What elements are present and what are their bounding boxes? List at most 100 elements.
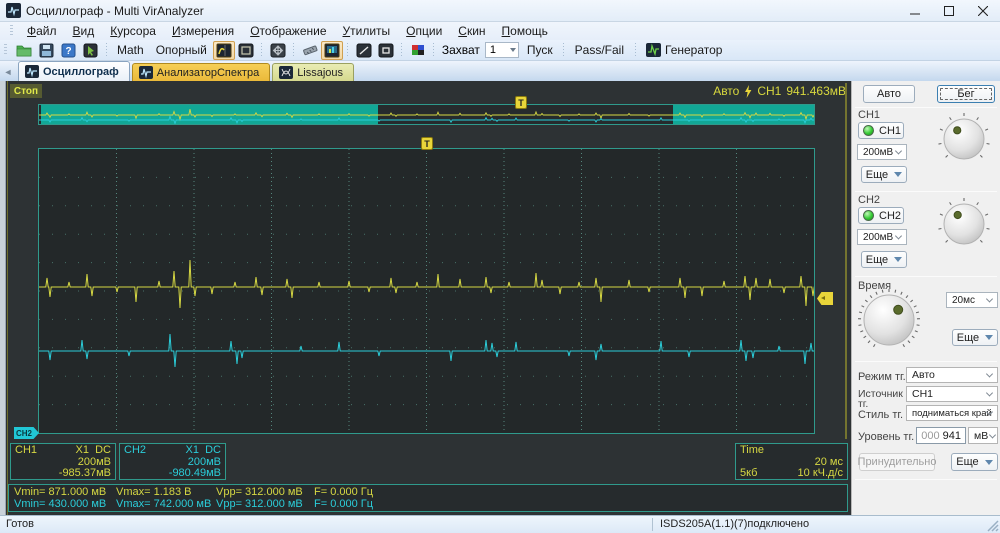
pointer-button[interactable] xyxy=(79,41,101,60)
trigger-style-label: Стиль тг. xyxy=(858,409,904,421)
math-button[interactable]: Math xyxy=(111,41,150,60)
ch1-freq: F= 0.000 Гц xyxy=(314,486,374,498)
measure-button[interactable] xyxy=(299,41,321,60)
time-more-button[interactable]: Еще xyxy=(952,329,998,346)
close-button[interactable] xyxy=(966,0,1000,22)
ruler-icon xyxy=(302,45,318,55)
trigger-level-prefix: 000 xyxy=(921,429,940,442)
ch1-vpp: Vpp= 312.000 мВ xyxy=(216,486,303,498)
floppy-icon xyxy=(39,43,53,57)
reference-button[interactable]: Опорный xyxy=(150,41,213,60)
rectangle-button[interactable] xyxy=(375,41,397,60)
display-button[interactable] xyxy=(320,40,343,60)
trigger-flash-icon xyxy=(745,84,752,98)
tab-scroll-left-icon[interactable]: ◄ xyxy=(2,65,14,79)
ch2-more-button[interactable]: Еще xyxy=(861,251,907,268)
docked-panel-edge[interactable] xyxy=(0,81,6,515)
timebase-knob[interactable] xyxy=(855,286,923,354)
time-info-panel: Time 20 мс 5кб 10 кЧ.д/с xyxy=(735,443,848,480)
ch1-scale-value: 200мВ xyxy=(863,146,894,158)
menu-display[interactable]: Отображение xyxy=(242,23,334,39)
palette-button[interactable] xyxy=(407,41,429,60)
help-button[interactable]: ? xyxy=(57,41,79,60)
folder-icon xyxy=(16,45,32,57)
toolbar: ? Math Опорный Захват 1 Пуск Pass/Fail Г… xyxy=(0,40,1000,61)
ch2-vpp: Vpp= 312.000 мВ xyxy=(216,498,303,510)
record-overview-strip[interactable] xyxy=(38,104,815,125)
statusbar: Готов ISDS205A(1.1)(7)подключено xyxy=(0,515,1000,533)
window-title: Осциллограф - Multi VirAnalyzer xyxy=(26,3,204,18)
ch2-enable-button[interactable]: CH2 xyxy=(858,207,904,224)
trigger-level-text: 941.463мВ xyxy=(786,84,846,98)
split-view-button[interactable] xyxy=(212,40,235,60)
tab-oscilloscope[interactable]: Осциллограф xyxy=(18,61,130,81)
trigger-source-label: Источник тг. xyxy=(858,388,903,410)
timebase-select[interactable]: 20мс xyxy=(946,292,998,308)
ch1-scale-knob[interactable] xyxy=(936,111,992,167)
toolbar-grip xyxy=(4,44,7,56)
ch2-position-marker[interactable]: CH2 xyxy=(14,427,39,439)
panel-accent-line xyxy=(7,81,8,515)
trigger-level-input[interactable]: 000 941 xyxy=(916,427,966,444)
status-text: Готов xyxy=(6,518,34,530)
maximize-button[interactable] xyxy=(932,0,966,22)
panel-splitter[interactable] xyxy=(845,83,847,439)
ch1-scale-select[interactable]: 200мВ xyxy=(857,144,907,160)
line-button[interactable] xyxy=(353,41,375,60)
capture-dropdown-arrow[interactable] xyxy=(509,48,516,52)
generator-button[interactable]: Генератор xyxy=(640,41,728,60)
chevron-down-icon xyxy=(985,389,994,397)
minimize-button[interactable] xyxy=(898,0,932,22)
ch1-more-button[interactable]: Еще xyxy=(861,166,907,183)
menu-measurements[interactable]: Измерения xyxy=(164,23,242,39)
start-button[interactable]: Пуск xyxy=(521,41,559,60)
menu-utilities[interactable]: Утилиты xyxy=(335,23,399,39)
trigger-mode-select[interactable]: Авто xyxy=(906,367,998,383)
menu-file[interactable]: Файл xyxy=(19,23,65,39)
question-icon: ? xyxy=(61,43,75,57)
menu-cursors[interactable]: Курсора xyxy=(102,23,164,39)
graticule[interactable] xyxy=(38,148,815,434)
strip-trigger-position-marker[interactable]: T xyxy=(515,96,527,109)
ch2-scale-select[interactable]: 200мВ xyxy=(857,229,907,245)
ch1-enable-button[interactable]: CH1 xyxy=(858,122,904,139)
menu-view[interactable]: Вид xyxy=(65,23,103,39)
oscilloscope-tab-icon xyxy=(25,65,39,78)
border-view-button[interactable] xyxy=(235,41,257,60)
trigger-level-unit-select[interactable]: мВ xyxy=(968,427,998,444)
menu-skin[interactable]: Скин xyxy=(450,23,493,39)
chevron-down-icon xyxy=(988,430,997,439)
trigger-level-marker[interactable] xyxy=(817,292,833,305)
divider xyxy=(855,107,997,108)
chevron-down-icon xyxy=(894,232,903,240)
menu-help[interactable]: Помощь xyxy=(494,23,556,39)
chevron-down-icon xyxy=(985,370,994,378)
trigger-more-button[interactable]: Еще xyxy=(951,453,998,471)
line-icon xyxy=(356,43,372,57)
save-button[interactable] xyxy=(35,41,57,60)
resize-grip-icon[interactable] xyxy=(986,519,999,532)
move-button[interactable] xyxy=(267,41,289,60)
app-icon xyxy=(6,3,21,18)
toolbar-separator xyxy=(633,42,638,58)
trigger-position-marker[interactable]: T xyxy=(421,137,433,150)
divider xyxy=(855,191,997,192)
open-button[interactable] xyxy=(13,41,35,60)
tab-spectrum-analyzer[interactable]: АнализаторСпектра xyxy=(131,63,271,81)
tab-label: Осциллограф xyxy=(43,65,119,78)
trigger-level-unit: мВ xyxy=(974,429,989,442)
capture-count-input[interactable]: 1 xyxy=(484,42,519,58)
divider xyxy=(855,276,997,277)
chevron-down-icon xyxy=(894,147,903,155)
menu-options[interactable]: Опции xyxy=(398,23,450,39)
ch2-scale-knob[interactable] xyxy=(936,196,992,252)
trigger-source-select[interactable]: CH1 xyxy=(906,386,998,402)
dropdown-triangle-icon xyxy=(985,335,994,340)
force-trigger-button[interactable]: Принудительно xyxy=(858,453,936,471)
trigger-style-select[interactable]: подниматься край xyxy=(906,405,998,421)
tab-lissajous[interactable]: Lissajous xyxy=(272,63,355,81)
run-button[interactable]: Бег xyxy=(937,85,995,103)
ch2-freq: F= 0.000 Гц xyxy=(314,498,374,510)
pass-fail-button[interactable]: Pass/Fail xyxy=(569,41,630,60)
auto-setup-button[interactable]: Авто xyxy=(863,85,915,103)
